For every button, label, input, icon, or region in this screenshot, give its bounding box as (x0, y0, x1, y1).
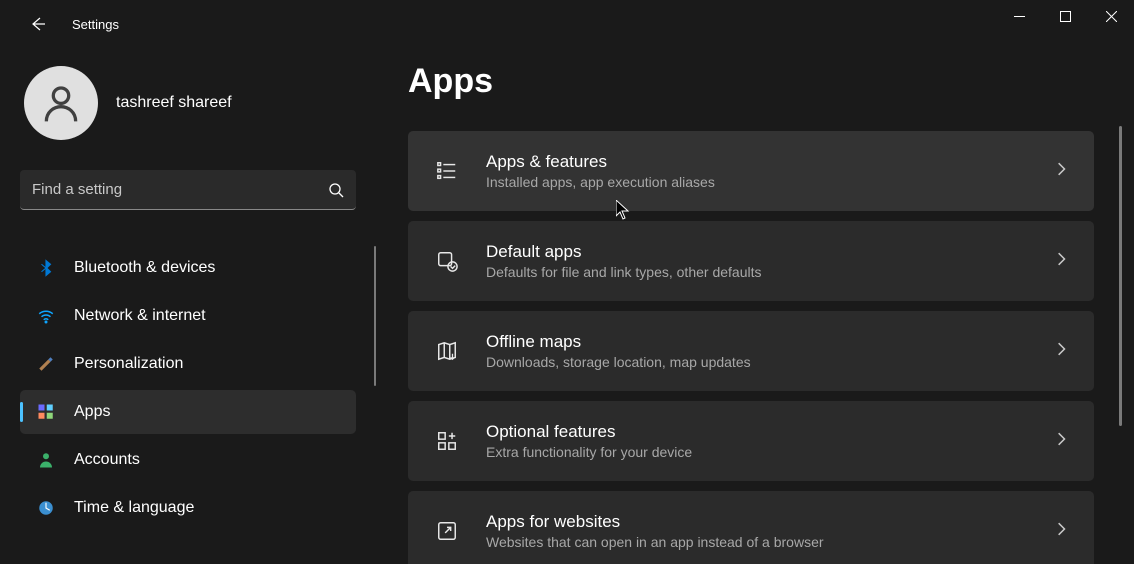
avatar (24, 66, 98, 140)
maximize-icon (1060, 11, 1071, 22)
card-optional-features[interactable]: Optional features Extra functionality fo… (408, 401, 1094, 481)
apps-icon (36, 402, 56, 422)
list-icon (434, 158, 460, 184)
sidebar-item-bluetooth[interactable]: Bluetooth & devices (20, 246, 356, 290)
page-title: Apps (408, 62, 1104, 101)
sidebar-nav: Bluetooth & devices Network & internet P… (20, 246, 370, 530)
chevron-right-icon (1054, 252, 1068, 271)
accounts-icon (36, 450, 56, 470)
main-scrollbar[interactable] (1119, 126, 1122, 426)
card-apps-websites[interactable]: Apps for websites Websites that can open… (408, 491, 1094, 564)
sidebar-item-personalization[interactable]: Personalization (20, 342, 356, 386)
user-name: tashreef shareef (116, 94, 232, 112)
card-subtitle: Installed apps, app execution aliases (486, 174, 1054, 190)
app-title: Settings (72, 17, 119, 32)
sidebar-item-label: Accounts (74, 451, 140, 469)
sidebar-item-network[interactable]: Network & internet (20, 294, 356, 338)
brush-icon (36, 354, 56, 374)
sidebar-item-label: Personalization (74, 355, 183, 373)
sidebar-item-time-language[interactable]: Time & language (20, 486, 356, 530)
minimize-icon (1014, 11, 1025, 22)
maximize-button[interactable] (1042, 0, 1088, 32)
titlebar: Settings (0, 0, 1134, 48)
sidebar-item-label: Time & language (74, 499, 194, 517)
user-block[interactable]: tashreef shareef (20, 48, 370, 170)
globe-clock-icon (36, 498, 56, 518)
sidebar-item-label: Apps (74, 403, 110, 421)
card-title: Apps & features (486, 152, 1054, 172)
back-arrow-icon (30, 16, 46, 32)
search-icon (328, 182, 344, 198)
card-subtitle: Extra functionality for your device (486, 444, 1054, 460)
chevron-right-icon (1054, 342, 1068, 361)
card-title: Offline maps (486, 332, 1054, 352)
grid-plus-icon (434, 428, 460, 454)
card-subtitle: Websites that can open in an app instead… (486, 534, 1054, 550)
back-button[interactable] (24, 10, 52, 38)
chevron-right-icon (1054, 522, 1068, 541)
card-default-apps[interactable]: Default apps Defaults for file and link … (408, 221, 1094, 301)
chevron-right-icon (1054, 162, 1068, 181)
close-icon (1106, 11, 1117, 22)
open-link-icon (434, 518, 460, 544)
settings-cards: Apps & features Installed apps, app exec… (408, 131, 1104, 564)
card-title: Apps for websites (486, 512, 1054, 532)
search-input[interactable] (32, 181, 328, 198)
card-offline-maps[interactable]: Offline maps Downloads, storage location… (408, 311, 1094, 391)
default-apps-icon (434, 248, 460, 274)
sidebar-item-label: Network & internet (74, 307, 206, 325)
close-button[interactable] (1088, 0, 1134, 32)
person-icon (39, 81, 83, 125)
sidebar-item-apps[interactable]: Apps (20, 390, 356, 434)
card-title: Optional features (486, 422, 1054, 442)
search-box[interactable] (20, 170, 356, 210)
sidebar-item-accounts[interactable]: Accounts (20, 438, 356, 482)
window-controls (996, 0, 1134, 32)
sidebar: tashreef shareef Bluetooth & devices Net… (0, 48, 370, 564)
card-apps-features[interactable]: Apps & features Installed apps, app exec… (408, 131, 1094, 211)
sidebar-item-label: Bluetooth & devices (74, 259, 215, 277)
map-icon (434, 338, 460, 364)
card-subtitle: Downloads, storage location, map updates (486, 354, 1054, 370)
card-subtitle: Defaults for file and link types, other … (486, 264, 1054, 280)
card-title: Default apps (486, 242, 1054, 262)
main-content: Apps Apps & features Installed apps, app… (370, 48, 1134, 564)
minimize-button[interactable] (996, 0, 1042, 32)
chevron-right-icon (1054, 432, 1068, 451)
wifi-icon (36, 306, 56, 326)
bluetooth-icon (36, 258, 56, 278)
